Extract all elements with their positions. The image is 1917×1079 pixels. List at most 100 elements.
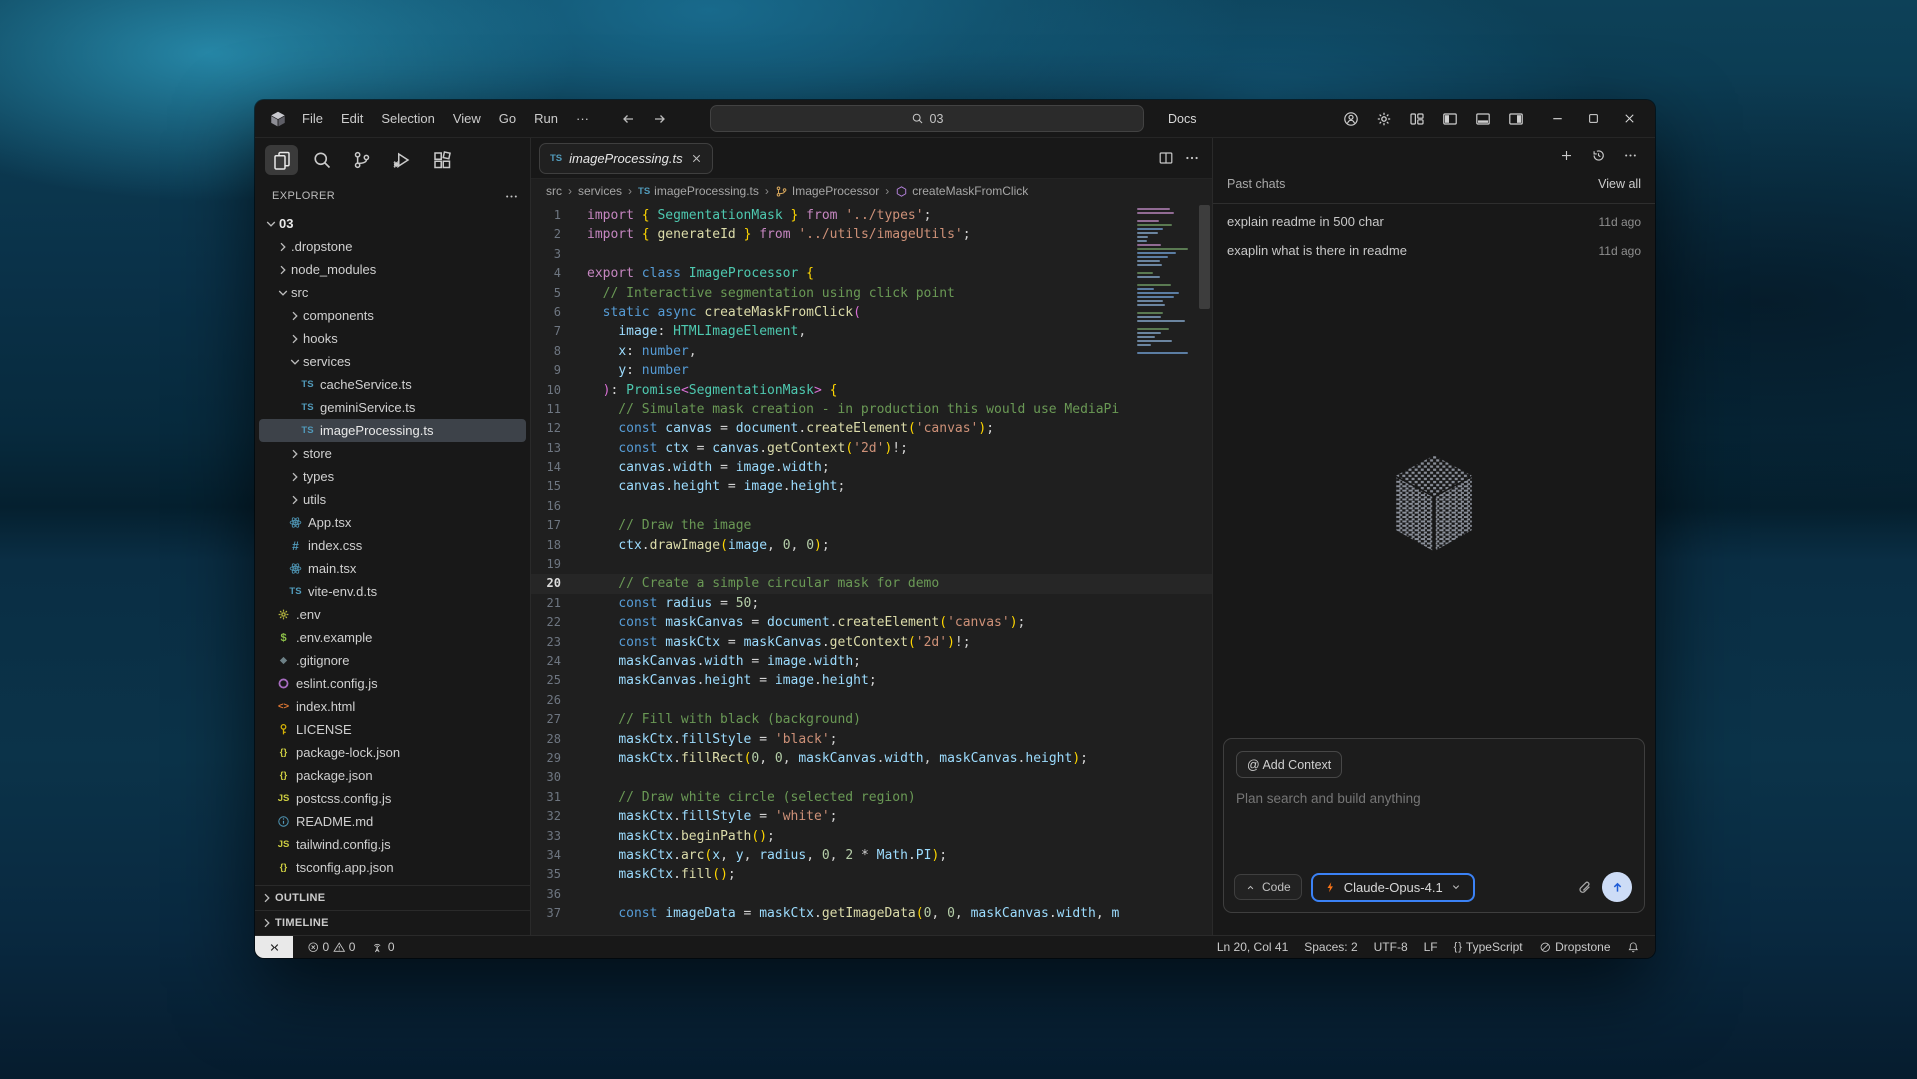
code-line-26[interactable]: 26 [531,691,1212,710]
attach-paperclip-icon[interactable] [1576,879,1593,896]
tree-item-package-json[interactable]: {}package.json [259,764,526,787]
eol-sequence[interactable]: LF [1418,940,1444,954]
tree-item-tsconfig-app-json[interactable]: {}tsconfig.app.json [259,856,526,879]
tree-item-geminiservice-ts[interactable]: TSgeminiService.ts [259,396,526,419]
problems-status[interactable]: 0 0 [301,940,361,954]
editor-more-icon[interactable] [1184,150,1200,166]
tree-item-main-tsx[interactable]: main.tsx [259,557,526,580]
menu-view[interactable]: View [444,107,490,130]
code-line-4[interactable]: 4export class ImageProcessor { [531,264,1212,283]
tree-item-package-lock-json[interactable]: {}package-lock.json [259,741,526,764]
tree-item--env-example[interactable]: $.env.example [259,626,526,649]
code-line-12[interactable]: 12 const canvas = document.createElement… [531,419,1212,438]
code-line-3[interactable]: 3 [531,245,1212,264]
tree-item-eslint-config-js[interactable]: eslint.config.js [259,672,526,695]
chat-more-icon[interactable] [1617,143,1643,167]
tree-item-services[interactable]: services [259,350,526,373]
tree-item--dropstone[interactable]: .dropstone [259,235,526,258]
menu-edit[interactable]: Edit [332,107,372,130]
code-line-37[interactable]: 37 const imageData = maskCtx.getImageDat… [531,904,1212,923]
code-line-34[interactable]: 34 maskCtx.arc(x, y, radius, 0, 2 * Math… [531,846,1212,865]
breadcrumb-createmaskfromclick[interactable]: createMaskFromClick [895,184,1028,198]
tab-close-icon[interactable] [690,152,703,165]
toggle-panel-bottom-icon[interactable] [1469,106,1496,131]
notifications-bell-icon[interactable] [1621,941,1646,954]
source-control-icon[interactable] [345,145,378,175]
code-line-23[interactable]: 23 const maskCtx = maskCanvas.getContext… [531,633,1212,652]
code-line-14[interactable]: 14 canvas.width = image.width; [531,458,1212,477]
code-line-36[interactable]: 36 [531,885,1212,904]
code-line-15[interactable]: 15 canvas.height = image.height; [531,477,1212,496]
view-all-link[interactable]: View all [1598,177,1641,191]
tree-item-node-modules[interactable]: node_modules [259,258,526,281]
tree-item-utils[interactable]: utils [259,488,526,511]
code-line-9[interactable]: 9 y: number [531,361,1212,380]
code-line-24[interactable]: 24 maskCanvas.width = image.width; [531,652,1212,671]
tree-item-store[interactable]: store [259,442,526,465]
close-icon[interactable] [1611,105,1647,132]
maximize-icon[interactable] [1575,105,1611,132]
section-timeline[interactable]: TIMELINE [255,910,530,935]
menu-selection[interactable]: Selection [372,107,443,130]
encoding[interactable]: UTF-8 [1368,940,1414,954]
code-line-6[interactable]: 6 static async createMaskFromClick( [531,303,1212,322]
code-line-32[interactable]: 32 maskCtx.fillStyle = 'white'; [531,807,1212,826]
code-line-31[interactable]: 31 // Draw white circle (selected region… [531,788,1212,807]
menu-file[interactable]: File [293,107,332,130]
code-line-22[interactable]: 22 const maskCanvas = document.createEle… [531,613,1212,632]
add-context-button[interactable]: @ Add Context [1236,751,1342,778]
tree-item-license[interactable]: LICENSE [259,718,526,741]
code-line-19[interactable]: 19 [531,555,1212,574]
code-line-8[interactable]: 8 x: number, [531,342,1212,361]
code-line-5[interactable]: 5 // Interactive segmentation using clic… [531,284,1212,303]
minimap[interactable] [1137,208,1195,356]
code-line-25[interactable]: 25 maskCanvas.height = image.height; [531,671,1212,690]
code-line-2[interactable]: 2import { generateId } from '../utils/im… [531,225,1212,244]
docs-button[interactable]: Docs [1162,109,1202,129]
tree-item-imageprocessing-ts[interactable]: TSimageProcessing.ts [259,419,526,442]
tree-item-03[interactable]: 03 [259,212,526,235]
past-chat-item[interactable]: explain readme in 500 char11d ago [1213,207,1655,236]
section-outline[interactable]: OUTLINE [255,885,530,910]
breadcrumb-imageprocessing-ts[interactable]: TSimageProcessing.ts [638,184,759,198]
split-editor-icon[interactable] [1158,150,1174,166]
tree-item--gitignore[interactable]: .gitignore [259,649,526,672]
toggle-sidebar-right-icon[interactable] [1502,106,1529,131]
code-line-16[interactable]: 16 [531,497,1212,516]
dropstone-status[interactable]: Dropstone [1533,940,1617,954]
tree-item-postcss-config-js[interactable]: JSpostcss.config.js [259,787,526,810]
code-line-21[interactable]: 21 const radius = 50; [531,594,1212,613]
code-line-1[interactable]: 1import { SegmentationMask } from '../ty… [531,206,1212,225]
tree-item-types[interactable]: types [259,465,526,488]
code-line-10[interactable]: 10 ): Promise<SegmentationMask> { [531,381,1212,400]
tab-imageprocessing[interactable]: TS imageProcessing.ts [539,143,713,174]
tree-item-components[interactable]: components [259,304,526,327]
back-icon[interactable] [620,111,636,127]
ports-status[interactable]: 0 [365,940,400,954]
tree-item-hooks[interactable]: hooks [259,327,526,350]
mode-selector[interactable]: Code [1234,874,1302,900]
chat-input-placeholder[interactable]: Plan search and build anything [1236,791,1632,806]
code-line-17[interactable]: 17 // Draw the image [531,516,1212,535]
code-line-30[interactable]: 30 [531,768,1212,787]
code-line-11[interactable]: 11 // Simulate mask creation - in produc… [531,400,1212,419]
menu-go[interactable]: Go [490,107,525,130]
tree-item-readme-md[interactable]: README.md [259,810,526,833]
toggle-sidebar-left-icon[interactable] [1436,106,1463,131]
chat-input-card[interactable]: @ Add Context Plan search and build anyt… [1223,738,1645,913]
code-line-7[interactable]: 7 image: HTMLImageElement, [531,322,1212,341]
explorer-more-icon[interactable] [500,189,522,204]
menu-run[interactable]: Run [525,107,567,130]
chat-history-icon[interactable] [1585,143,1611,167]
search-sidebar-icon[interactable] [305,145,338,175]
run-debug-icon[interactable] [385,145,418,175]
tree-item-tailwind-config-js[interactable]: JStailwind.config.js [259,833,526,856]
code-editor[interactable]: 1import { SegmentationMask } from '../ty… [531,203,1212,935]
code-line-33[interactable]: 33 maskCtx.beginPath(); [531,827,1212,846]
code-line-18[interactable]: 18 ctx.drawImage(image, 0, 0); [531,536,1212,555]
editor-scrollbar[interactable] [1199,205,1210,309]
new-chat-plus-icon[interactable] [1553,143,1579,167]
indentation[interactable]: Spaces: 2 [1298,940,1363,954]
tree-item-index-html[interactable]: <>index.html [259,695,526,718]
model-selector[interactable]: Claude-Opus-4.1 [1311,873,1475,902]
